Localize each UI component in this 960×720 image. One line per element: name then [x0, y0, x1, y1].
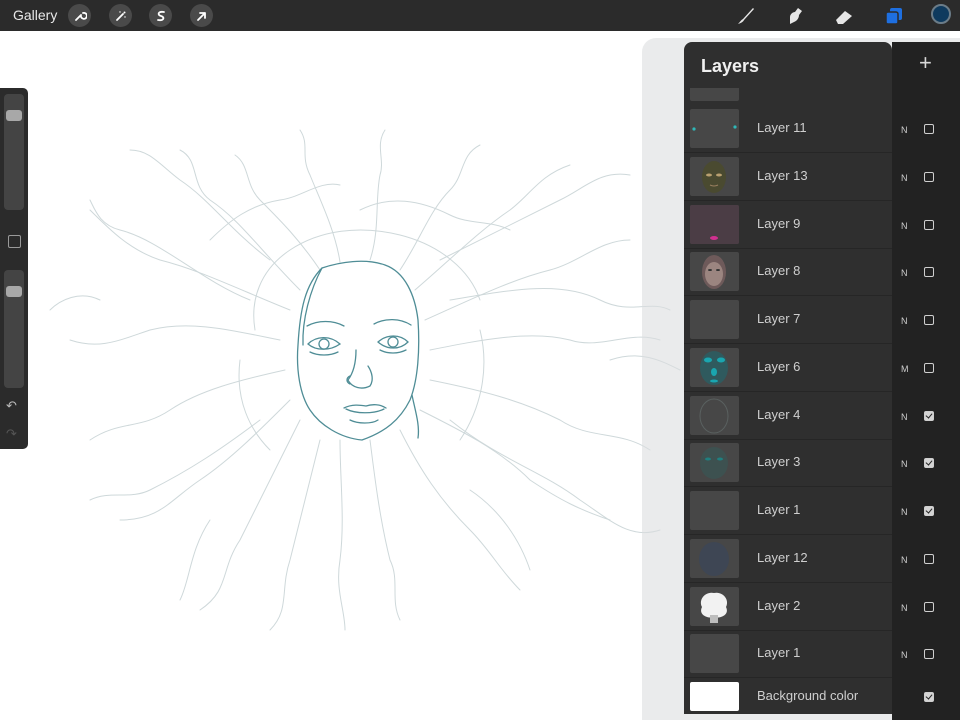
selection-icon[interactable] [149, 4, 172, 27]
background-color-row[interactable]: Background color [684, 678, 892, 714]
layer-row[interactable]: Layer 1 [684, 630, 892, 679]
layer-row[interactable]: Layer 9 [684, 201, 892, 249]
layer-row[interactable]: Layer 3 [684, 439, 892, 488]
layer-thumbnail[interactable] [690, 634, 739, 674]
smudge-icon[interactable] [783, 4, 807, 28]
layer-row[interactable]: Layer 6 [684, 344, 892, 392]
blend-mode-button[interactable]: N [901, 603, 908, 613]
visibility-checkbox[interactable] [924, 410, 934, 421]
layer-thumbnail[interactable] [690, 395, 739, 435]
blend-mode-button[interactable]: M [901, 364, 909, 374]
layer-thumbnail-partial [690, 88, 739, 101]
layer-thumbnail[interactable] [690, 443, 739, 483]
layer-thumbnail[interactable] [690, 491, 739, 530]
blend-mode-button[interactable]: N [901, 268, 908, 278]
visibility-checkbox[interactable] [924, 506, 934, 516]
layer-name: Layer 3 [757, 454, 801, 470]
layer-thumbnail[interactable] [690, 347, 739, 387]
color-picker-button[interactable] [931, 4, 951, 24]
undo-icon[interactable]: ↶ [6, 398, 17, 414]
layer-row[interactable]: Layer 2 [684, 583, 892, 631]
visibility-checkbox[interactable] [924, 458, 934, 469]
layer-row[interactable]: Layer 8 [684, 248, 892, 297]
layers-icon[interactable] [882, 4, 906, 28]
layer-thumbnail[interactable] [690, 156, 739, 196]
layer-thumbnail[interactable] [690, 204, 739, 244]
opacity-slider[interactable] [4, 270, 24, 388]
blend-mode-button[interactable]: N [901, 459, 908, 469]
blend-mode-button[interactable]: N [901, 555, 908, 565]
background-color-swatch[interactable] [690, 682, 739, 711]
layer-name: Layer 2 [757, 597, 801, 613]
layers-panel: Layers Layer 11 Layer 13 Layer 9 Layer 8 Lay… [684, 42, 892, 714]
layer-thumbnail[interactable] [690, 586, 739, 626]
brush-icon[interactable] [733, 4, 757, 28]
layer-row[interactable]: Layer 7 [684, 296, 892, 344]
blend-mode-button[interactable]: N [901, 650, 908, 660]
layer-row[interactable]: Layer 1 [684, 487, 892, 535]
wrench-icon[interactable] [68, 4, 91, 27]
visibility-checkbox[interactable] [924, 171, 934, 182]
top-toolbar: Gallery [0, 0, 960, 31]
visibility-checkbox[interactable] [924, 315, 934, 325]
visibility-checkbox[interactable] [924, 362, 934, 373]
opacity-knob[interactable] [6, 286, 22, 298]
layer-thumbnail[interactable] [690, 109, 739, 148]
blend-mode-button[interactable]: N [901, 221, 908, 231]
blend-mode-button[interactable]: N [901, 507, 908, 517]
redo-icon[interactable]: ↷ [6, 426, 17, 442]
layer-name: Layer 1 [757, 502, 801, 517]
visibility-checkbox[interactable] [924, 219, 934, 230]
layer-thumbnail[interactable] [690, 538, 739, 578]
magic-wand-icon[interactable] [109, 4, 132, 27]
layer-name: Layer 1 [757, 645, 801, 661]
layer-thumbnail[interactable] [690, 252, 739, 292]
layer-name: Layer 13 [757, 167, 808, 183]
layer-controls-column [892, 42, 960, 720]
eraser-icon[interactable] [832, 4, 856, 28]
layer-name: Layer 6 [757, 358, 801, 374]
visibility-checkbox[interactable] [924, 649, 934, 660]
modify-button[interactable] [8, 235, 21, 248]
brush-size-knob[interactable] [6, 109, 22, 121]
visibility-checkbox[interactable] [924, 124, 934, 134]
blend-mode-button[interactable]: N [901, 125, 908, 135]
visibility-checkbox[interactable] [924, 553, 934, 564]
brush-sidebar: ↶ ↷ [0, 88, 28, 449]
visibility-checkbox[interactable] [924, 601, 934, 612]
layer-thumbnail[interactable] [690, 300, 739, 339]
layer-name: Layer 9 [757, 215, 801, 231]
blend-mode-button[interactable]: N [901, 173, 908, 183]
visibility-checkbox[interactable] [924, 267, 934, 278]
visibility-checkbox[interactable] [924, 692, 934, 702]
layer-name: Layer 8 [757, 263, 801, 279]
plus-icon[interactable]: + [919, 52, 932, 74]
layer-name: Layer 7 [757, 311, 801, 326]
blend-mode-button[interactable]: N [901, 316, 908, 326]
layer-name: Layer 12 [757, 549, 808, 565]
layer-row[interactable]: Layer 13 [684, 153, 892, 201]
layer-name: Layer 4 [757, 406, 801, 422]
layer-name: Layer 11 [757, 120, 807, 135]
background-color-label: Background color [757, 688, 859, 703]
layer-row[interactable]: Layer 12 [684, 535, 892, 583]
layer-row[interactable]: Layer 11 [684, 105, 892, 153]
blend-mode-button[interactable]: N [901, 412, 908, 422]
transform-arrow-icon[interactable] [190, 4, 213, 27]
gallery-button[interactable]: Gallery [13, 7, 57, 23]
layers-panel-title: Layers [701, 56, 760, 76]
layer-row[interactable]: Layer 4 [684, 392, 892, 440]
brush-size-slider[interactable] [4, 94, 24, 210]
